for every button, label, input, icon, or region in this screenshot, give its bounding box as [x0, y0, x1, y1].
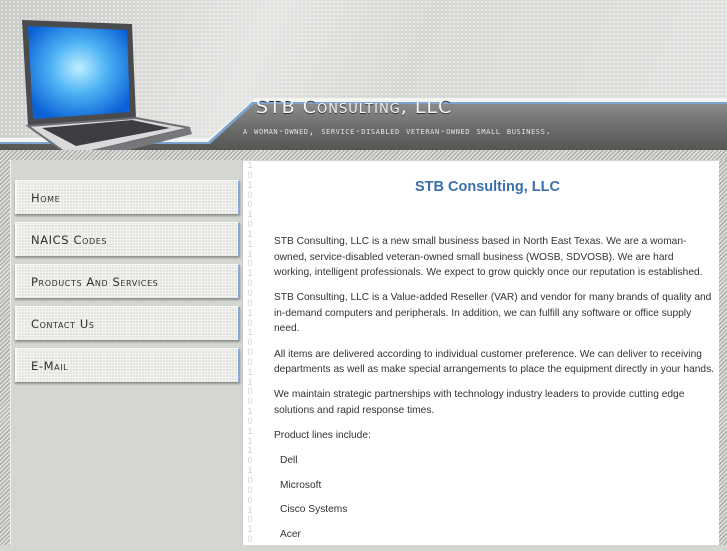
sidebar-nav: Home NAICS Codes Products and Services C… [10, 160, 243, 545]
intro-paragraph: STB Consulting, LLC is a new small busin… [274, 236, 703, 279]
nav-item-label: NAICS Codes [31, 233, 108, 247]
nav-item-contact-us[interactable]: Contact Us [15, 306, 240, 340]
nav-item-label: Products and Services [31, 275, 159, 289]
nav-item-label: Contact Us [31, 317, 95, 331]
delivery-paragraph: All items are delivered according to ind… [274, 348, 714, 376]
hatch-border-left [0, 150, 10, 545]
product-line-item: Acer [280, 528, 301, 540]
site-title: STB Consulting, LLC [256, 96, 453, 118]
product-line-item: Dell [280, 455, 298, 467]
nav-item-products-and-services[interactable]: Products and Services [15, 264, 240, 298]
binary-decoration: 1 0 1 0 0 1 0 1 1 1 0 1 0 0 0 1 0 1 0 0 … [242, 160, 257, 545]
nav-item-naics-codes[interactable]: NAICS Codes [15, 222, 240, 256]
var-paragraph: STB Consulting, LLC is a Value-added Res… [274, 292, 712, 335]
product-line-item: Microsoft [280, 479, 322, 491]
product-lines-list: Dell Microsoft Cisco Systems Acer [274, 453, 714, 542]
hatch-border-right [719, 150, 727, 545]
site-tagline: A woman-owned, service-disabled veteran-… [243, 126, 552, 137]
page-title: STB Consulting, LLC [415, 179, 560, 195]
main-content: STB Consulting, LLC STB Consulting, LLC … [256, 161, 719, 545]
nav-item-label: E-mail [31, 359, 69, 373]
product-line-item: Cisco Systems [280, 504, 348, 516]
nav-item-label: Home [31, 191, 61, 205]
nav-item-email[interactable]: E-mail [15, 348, 240, 382]
body-text: STB Consulting, LLC is a new small busin… [274, 234, 714, 551]
hatch-divider-top [0, 150, 727, 160]
nav-item-home[interactable]: Home [15, 180, 240, 214]
product-lines-heading: Product lines include: [274, 429, 371, 441]
partnerships-paragraph: We maintain strategic partnerships with … [274, 389, 685, 416]
laptop-image [22, 20, 192, 150]
site-header: STB Consulting, LLC A woman-owned, servi… [0, 0, 727, 150]
